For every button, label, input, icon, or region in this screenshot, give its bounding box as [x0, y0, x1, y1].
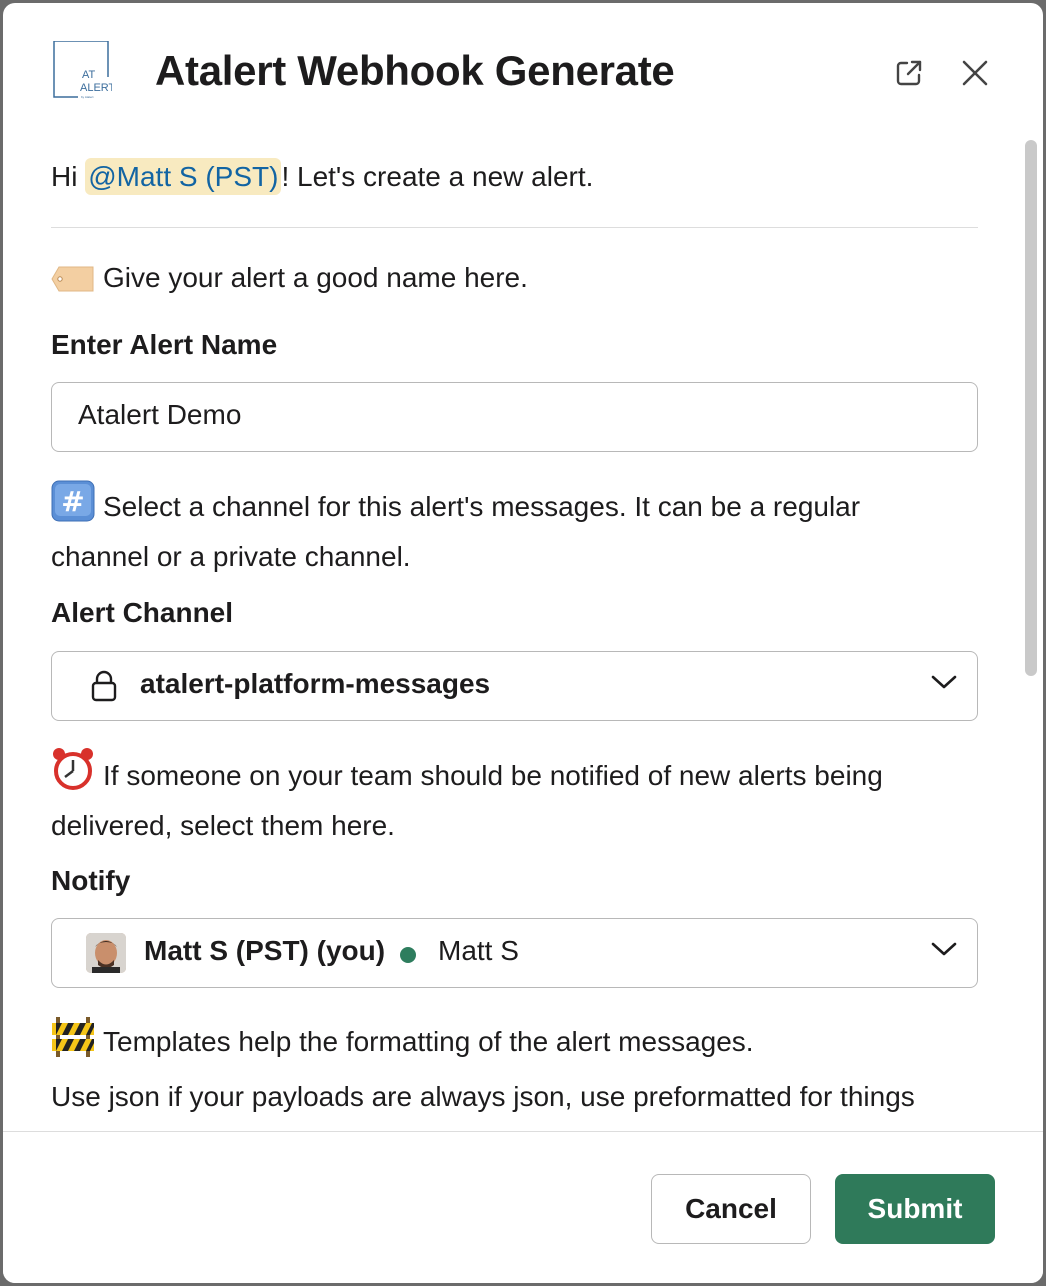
- template-description: Use json if your payloads are always jso…: [51, 1081, 915, 1112]
- modal-header: AT ALERT by Atalert Atalert Webhook Gene…: [3, 3, 1043, 123]
- modal-title: Atalert Webhook Generate: [155, 47, 675, 94]
- name-hint-text: Give your alert a good name here.: [103, 262, 528, 293]
- template-hint-text: Templates help the formatting of the ale…: [103, 1026, 754, 1057]
- close-icon: [962, 60, 988, 86]
- notify-selected-display: Matt S: [438, 935, 519, 966]
- alert-name-value: Atalert Demo: [78, 399, 242, 430]
- greeting-prefix: Hi: [51, 161, 86, 192]
- chevron-down-icon: [931, 941, 957, 962]
- avatar: [86, 933, 126, 973]
- lock-icon: [90, 670, 118, 707]
- hash-keycap-icon: #: [51, 480, 95, 535]
- alert-channel-select[interactable]: atalert-platform-messages: [51, 651, 978, 721]
- template-hint: Templates help the formatting of the ale…: [51, 1015, 754, 1070]
- notify-selected-name: Matt S (PST) (you): [144, 935, 386, 966]
- modal-body[interactable]: Hi @Matt S (PST)! Let's create a new ale…: [3, 123, 1043, 1131]
- chevron-down-icon: [931, 674, 957, 695]
- channel-hint-line2: channel or a private channel.: [51, 541, 411, 572]
- modal-dialog: AT ALERT by Atalert Atalert Webhook Gene…: [3, 3, 1043, 1283]
- scrollbar[interactable]: [1025, 140, 1037, 676]
- alert-channel-label: Alert Channel: [51, 597, 234, 628]
- cancel-button[interactable]: Cancel: [651, 1174, 811, 1244]
- atalert-logo: AT ALERT by Atalert: [52, 40, 116, 101]
- notify-hint-line2: delivered, select them here.: [51, 810, 395, 841]
- notify-hint: If someone on your team should be notifi…: [51, 747, 883, 848]
- open-external-button[interactable]: [889, 53, 929, 93]
- greeting-text: Hi @Matt S (PST)! Let's create a new ale…: [51, 158, 594, 195]
- status-dot-icon: [400, 947, 416, 963]
- alert-name-input[interactable]: Atalert Demo: [51, 382, 978, 452]
- label-tag-icon: [51, 262, 95, 306]
- alert-name-label: Enter Alert Name: [51, 329, 278, 360]
- external-link-icon: [896, 60, 922, 86]
- alarm-clock-icon: [51, 747, 95, 804]
- notify-select[interactable]: Matt S (PST) (you) Matt S: [51, 918, 978, 988]
- channel-hint: # Select a channel for this alert's mess…: [51, 480, 860, 579]
- submit-button[interactable]: Submit: [835, 1174, 995, 1244]
- logo-text-bottom: ALERT: [80, 82, 112, 94]
- user-mention[interactable]: @Matt S (PST): [85, 158, 282, 195]
- name-hint: Give your alert a good name here.: [51, 256, 528, 306]
- modal-footer: Cancel Submit: [3, 1131, 1043, 1283]
- notify-hint-line1: If someone on your team should be notifi…: [103, 760, 883, 791]
- alert-channel-value: atalert-platform-messages: [140, 668, 491, 699]
- construction-icon: [51, 1015, 95, 1070]
- divider: [51, 227, 978, 228]
- svg-text:#: #: [61, 485, 84, 518]
- greeting-suffix: ! Let's create a new alert.: [281, 161, 594, 192]
- notify-label: Notify: [51, 865, 131, 896]
- close-button[interactable]: [955, 53, 995, 93]
- channel-hint-line1: Select a channel for this alert's messag…: [103, 491, 861, 522]
- logo-text-top: AT: [82, 69, 96, 81]
- logo-text-small: by Atalert: [81, 95, 94, 99]
